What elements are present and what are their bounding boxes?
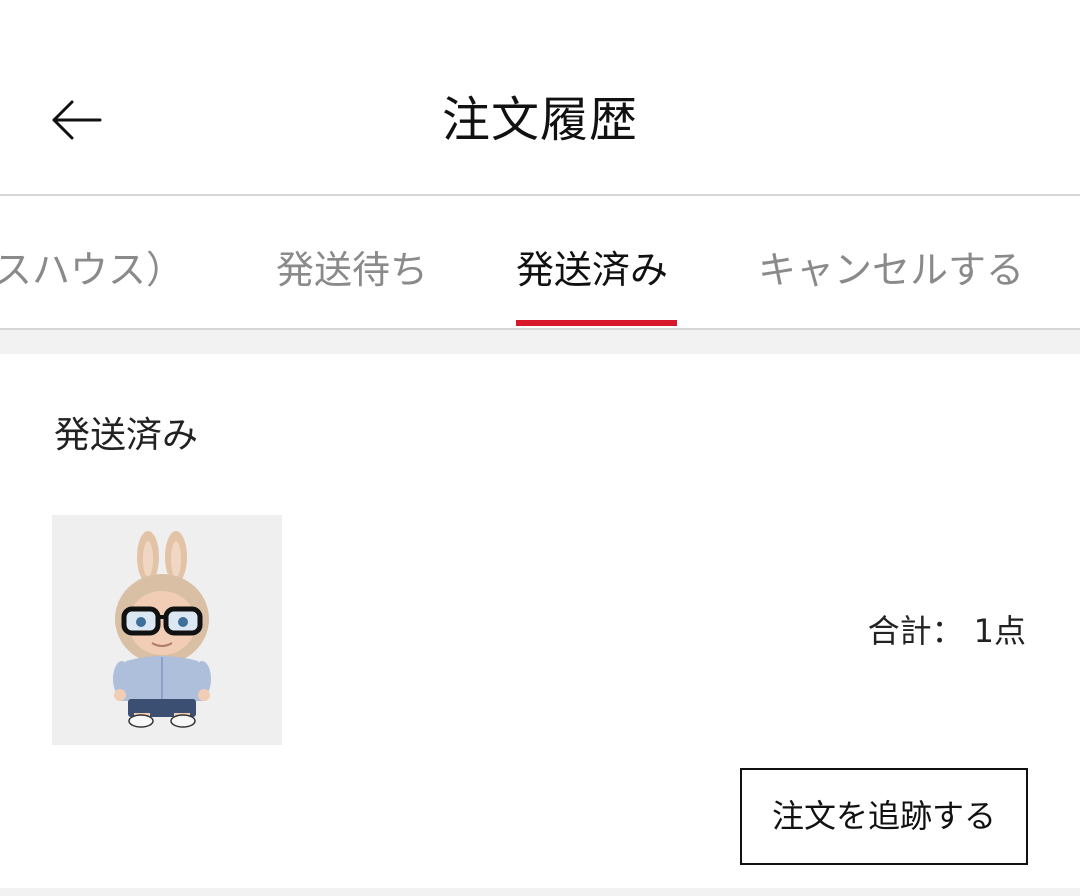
tab-awaiting-shipment[interactable]: 発送待ち xyxy=(276,246,428,294)
track-order-button[interactable]: 注文を追跡する xyxy=(740,768,1028,865)
product-thumbnail[interactable] xyxy=(52,515,282,745)
order-item-total: 合計： 1点 xyxy=(868,611,1026,651)
tab-warehouse[interactable]: スハウス） xyxy=(0,246,184,294)
active-tab-indicator xyxy=(516,320,677,326)
order-status-tabs: スハウス） 発送待ち 発送済み キャンセルする xyxy=(0,196,1080,330)
order-status-label: 発送済み xyxy=(54,415,199,456)
summary-label: 合計： xyxy=(867,612,964,650)
section-divider xyxy=(0,330,1080,354)
tab-cancel[interactable]: キャンセルする xyxy=(758,246,1024,294)
bottom-divider xyxy=(0,888,1080,896)
order-card: 発送済み 合計： 1点 注文を追跡する xyxy=(0,354,1080,888)
page-title: 注文履歴 xyxy=(441,92,638,148)
app-header: 注文履歴 xyxy=(0,0,1080,196)
plush-doll-image xyxy=(113,531,211,728)
tab-shipped[interactable]: 発送済み xyxy=(516,246,668,294)
summary-count: 1点 xyxy=(973,612,1026,650)
